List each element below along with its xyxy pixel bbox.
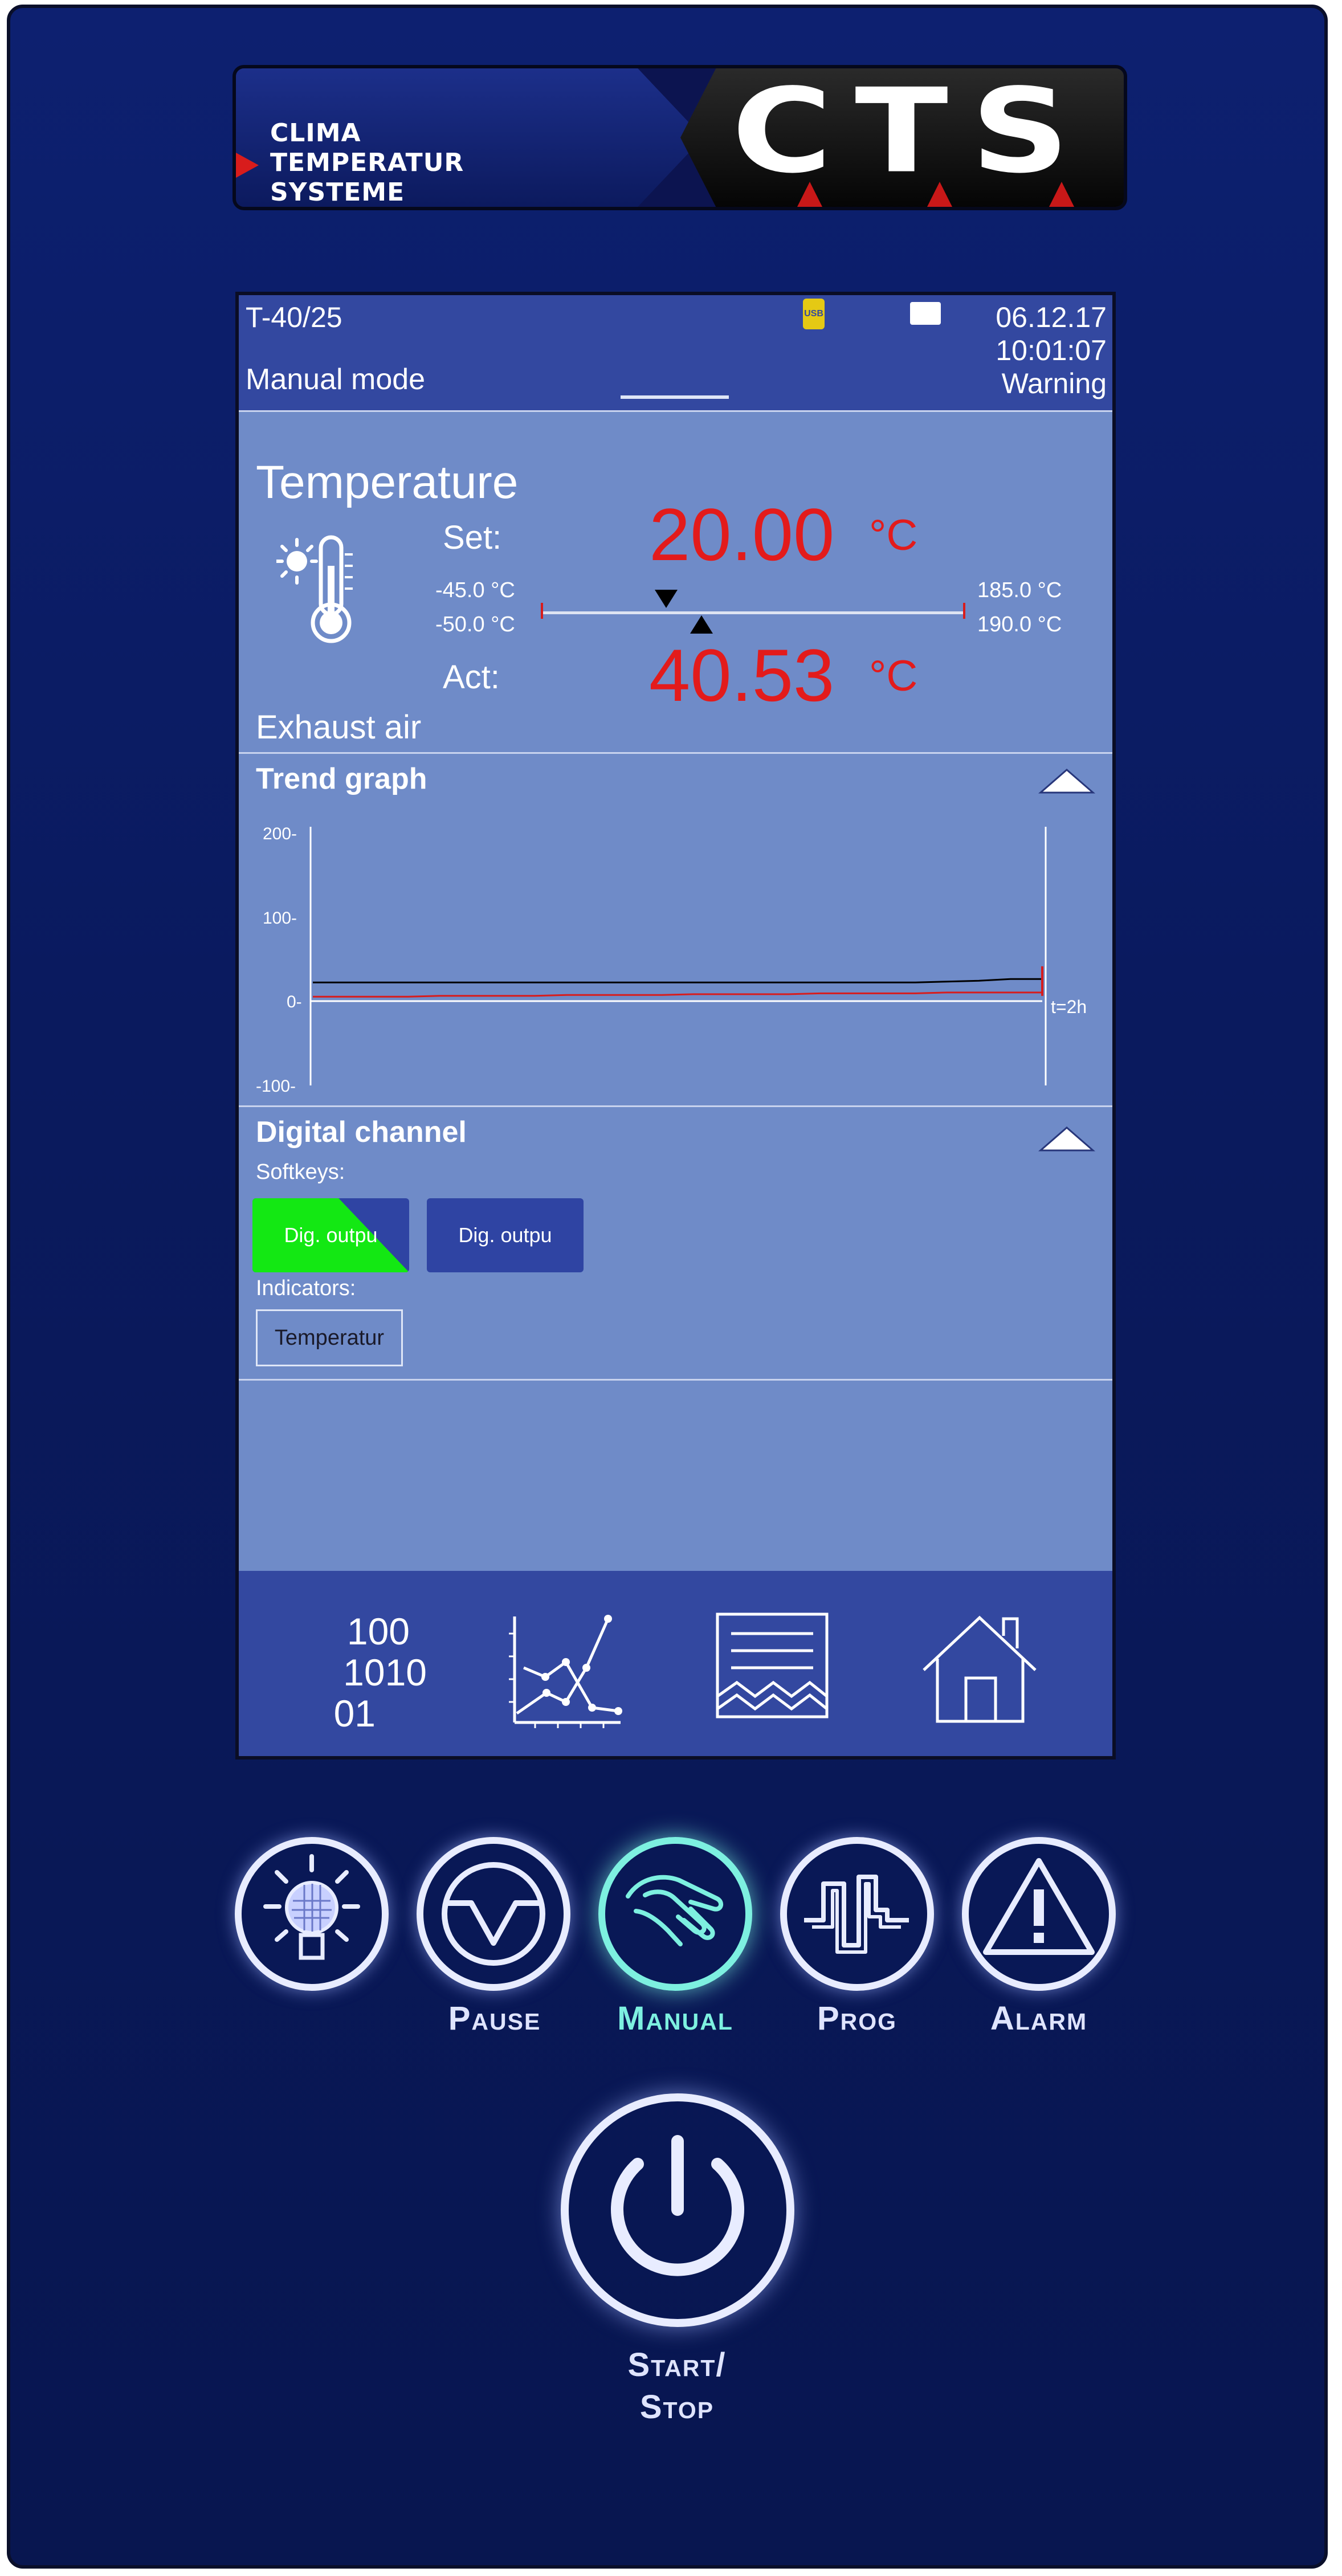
digital-channel-section: Digital channel Softkeys: Dig. outpu Dig… [239,1107,1112,1381]
power-icon [611,2135,744,2276]
y-tick-label: 100- [263,909,297,928]
start-label-line: Start/ [627,2346,727,2383]
manual-button[interactable] [598,1837,752,1991]
light-icon [263,1854,360,1960]
binary-values-icon: 100 1010 01 [307,1610,427,1734]
datetime-status: 06.12.17 10:01:07 Warning [996,301,1107,400]
cts-logo: CLIMA TEMPERATUR SYSTEME CTS [232,65,1127,210]
collapse-trend-button[interactable] [1038,766,1095,795]
home-icon [923,1615,1037,1723]
logo-arrow-icon [236,153,259,178]
usb-icon: USB [803,299,825,329]
warning-status[interactable]: Warning [996,367,1107,400]
softkeys-label: Softkeys: [256,1160,345,1184]
logo-line-1: CLIMA [270,119,361,148]
softkey-label: Dig. outpu [458,1223,552,1247]
y-tick-label: 200- [263,824,297,843]
low-limit-tick [541,603,543,619]
range-bar [541,611,965,614]
line-chart-icon [509,1615,622,1728]
log-document-icon [716,1612,829,1718]
alarm-button[interactable] [962,1837,1116,1991]
warning-low-limit: -45.0 °C [435,578,515,602]
touch-screen: T-40/25 USB 06.12.17 10:01:07 Warning Ma… [235,292,1116,1759]
digital-output-softkey-2[interactable]: Dig. outpu [427,1198,584,1272]
logo-cts-text: CTS [732,65,1092,199]
stop-label-line: Stop [639,2389,715,2426]
start-stop-button[interactable] [561,2093,794,2327]
collapse-digital-button[interactable] [1038,1124,1095,1153]
logo-line-3: SYSTEME [270,178,405,207]
temperature-section[interactable]: Temperature Set: 20.00 °C -45.0 °C -50.0 [239,412,1112,754]
device-name: T-40/25 [246,301,342,333]
trend-title: Trend graph [256,762,427,795]
y-tick-label: 0- [287,993,302,1011]
temperature-title: Temperature [256,456,519,508]
program-label: Prog [817,2000,898,2037]
high-limit-tick [963,603,965,619]
time-window-label: t=2h [1051,997,1087,1017]
manual-label: Manual [617,2000,733,2037]
pull-down-handle[interactable] [621,395,729,399]
bottom-navigation: 100 1010 01 [239,1571,1112,1756]
logo-red-triangle [927,182,952,207]
binary-line-1: 100 [346,1610,410,1652]
nav-home-button[interactable] [920,1611,1040,1730]
pause-button[interactable] [417,1837,570,1991]
status-bar: T-40/25 USB 06.12.17 10:01:07 Warning Ma… [239,295,1112,412]
setpoint-marker [655,590,678,608]
actual-value-marker [690,615,713,634]
logo-line-2: TEMPERATUR [270,148,464,177]
set-unit: °C [869,511,918,560]
set-value[interactable]: 20.00 [649,497,834,571]
trend-graph-section: Trend graph 200- 100- 0- -100- t=2h [239,754,1112,1107]
y-tick-label: -100- [256,1077,296,1096]
sensor-name: Exhaust air [256,709,422,746]
mode-text: Manual mode [246,363,426,396]
actual-label: Act: [443,659,500,696]
softkey-label: Dig. outpu [284,1223,378,1247]
binary-line-3: 01 [333,1692,376,1734]
digital-output-softkey-1[interactable]: Dig. outpu [252,1198,409,1272]
binary-line-2: 1010 [343,1651,427,1693]
alarm-triangle-icon [983,1858,1095,1955]
digital-title: Digital channel [256,1116,467,1149]
trend-series-2 [313,991,1042,998]
indicators-label: Indicators: [256,1276,356,1300]
pause-icon [442,1862,545,1966]
nav-graph-button[interactable] [507,1611,626,1730]
logo-company-name: CLIMA TEMPERATUR SYSTEME [270,119,464,207]
start-stop-label: Start/ Stop [557,2344,797,2428]
alarm-high-limit: 190.0 °C [977,613,1062,636]
pause-label: Pause [448,2000,541,2037]
logo-red-triangle [1049,182,1074,207]
program-icon [804,1875,909,1954]
logo-red-triangle [797,182,822,207]
program-button[interactable] [780,1837,934,1991]
control-panel: CLIMA TEMPERATUR SYSTEME CTS T-40/25 USB… [7,5,1328,2569]
trend-series-1 [313,978,1042,983]
thermometer-heat-icon [276,535,353,643]
nav-log-button[interactable] [714,1611,834,1730]
folder-icon [910,302,941,325]
nav-values-button[interactable]: 100 1010 01 [307,1610,427,1734]
actual-value: 40.53 [649,634,835,717]
temperature-indicator: Temperatur [256,1309,403,1366]
time-text: 10:01:07 [996,334,1107,366]
actual-unit: °C [869,652,918,700]
alarm-low-limit: -50.0 °C [435,613,515,636]
trend-chart: 200- 100- 0- -100- t=2h [256,824,1087,1096]
manual-hand-icon [626,1875,724,1946]
alarm-label: Alarm [990,2000,1088,2037]
warning-high-limit: 185.0 °C [977,578,1062,602]
light-button[interactable] [235,1837,389,1991]
set-label: Set: [443,519,502,556]
date-text: 06.12.17 [996,301,1107,333]
